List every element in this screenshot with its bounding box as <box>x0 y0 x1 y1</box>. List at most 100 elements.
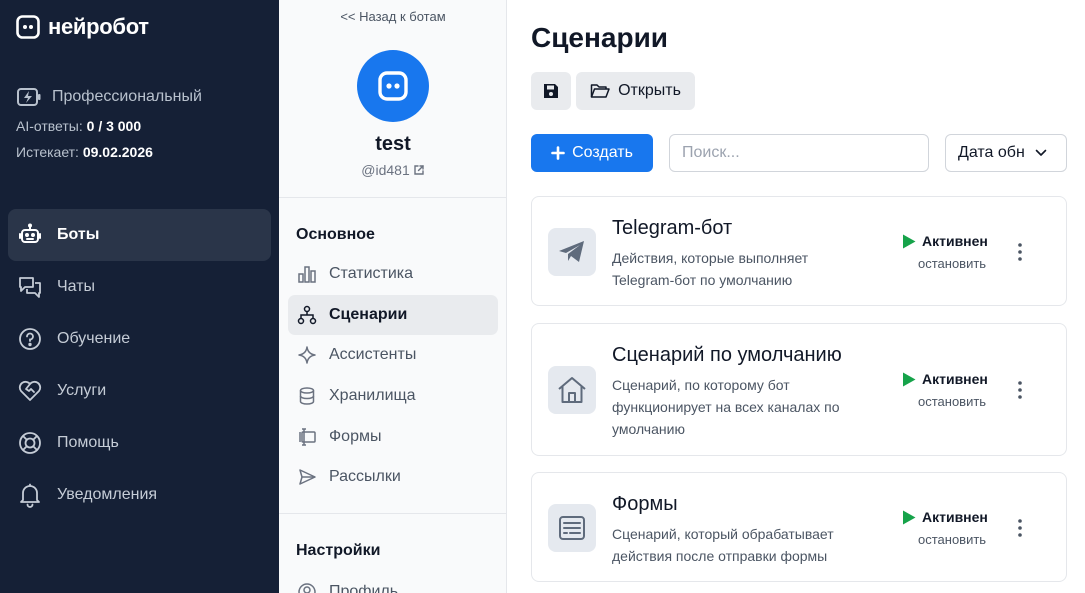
menu-item-label: Ассистенты <box>329 346 417 364</box>
scenario-icon <box>548 228 596 276</box>
settings-menu: Профиль <box>288 572 498 593</box>
ai-usage-label: AI-ответы: <box>16 118 83 134</box>
menu-item-storage[interactable]: Хранилища <box>288 376 498 417</box>
menu-item-label: Рассылки <box>329 468 401 486</box>
bot-avatar <box>357 50 429 122</box>
kebab-menu-icon <box>1018 519 1022 537</box>
more-options-button[interactable] <box>1010 516 1030 540</box>
plus-icon <box>551 146 565 160</box>
plan-expiry-value: 09.02.2026 <box>82 144 153 160</box>
menu-item-label: Сценарии <box>329 305 408 323</box>
nav-item-label: Услуги <box>57 382 107 399</box>
plan-info: Профессиональный AI-ответы: 0 / 3 000 Ис… <box>16 86 202 160</box>
more-options-button[interactable] <box>1010 378 1030 402</box>
menu-item-assistants[interactable]: Ассистенты <box>288 335 498 376</box>
play-icon <box>903 234 916 248</box>
open-label: Открыть <box>618 82 681 99</box>
divider <box>279 513 507 514</box>
save-icon <box>544 84 558 98</box>
folder-open-icon <box>590 84 610 98</box>
menu-item-label: Формы <box>329 427 382 445</box>
scenario-description: Сценарий, который обрабатывает действия … <box>612 526 834 564</box>
ai-usage-value: 0 / 3 000 <box>86 118 142 134</box>
nav-item-label: Боты <box>57 226 100 243</box>
stop-link[interactable]: остановить <box>918 256 986 271</box>
divider <box>279 197 507 198</box>
app-name: нейробот <box>48 14 149 39</box>
nav-item-notifications[interactable]: Уведомления <box>8 469 271 521</box>
bot-sidebar: << Назад к ботам test @id481 Основное Ст… <box>279 0 507 593</box>
bot-handle: @id481 <box>361 162 410 178</box>
lightning-battery-icon <box>17 88 41 106</box>
ai-usage: AI-ответы: 0 / 3 000 <box>16 118 202 134</box>
kebab-menu-icon <box>1018 381 1022 399</box>
search-input[interactable] <box>669 134 929 172</box>
heart-handshake-icon <box>18 380 42 401</box>
scenario-title: Формы <box>612 493 678 515</box>
menu-item-forms[interactable]: Формы <box>288 416 498 457</box>
status-text: Активнен <box>922 509 988 525</box>
chevron-down-icon <box>1035 149 1047 156</box>
bot-name: test <box>375 133 411 155</box>
menu-item-profile[interactable]: Профиль <box>288 572 498 593</box>
scenario-icon <box>548 504 596 552</box>
menu-item-statistics[interactable]: Статистика <box>288 254 498 295</box>
scenario-card[interactable]: Формы Сценарий, который обрабатывает дей… <box>531 472 1067 582</box>
nav-item-chats[interactable]: Чаты <box>8 261 271 313</box>
form-window-icon <box>559 516 585 540</box>
scenario-description: Действия, которые выполняет Telegram-бот… <box>612 250 809 288</box>
nav-item-bots[interactable]: Боты <box>8 209 271 261</box>
nav-item-label: Помощь <box>57 434 119 451</box>
scenario-description: Сценарий, по которому бот функционирует … <box>612 377 840 437</box>
sort-label: Дата обн <box>958 144 1025 161</box>
send-icon <box>299 469 316 486</box>
sparkle-icon <box>298 346 316 365</box>
bar-chart-icon <box>298 266 316 284</box>
nav-item-services[interactable]: Услуги <box>8 365 271 417</box>
external-link-icon <box>414 165 424 175</box>
back-to-bots-link[interactable]: << Назад к ботам <box>279 9 507 24</box>
scenario-card[interactable]: Telegram-бот Действия, которые выполняет… <box>531 196 1067 306</box>
user-icon <box>298 583 316 593</box>
bot-handle-link[interactable]: @id481 <box>279 162 507 178</box>
nav-item-label: Чаты <box>57 278 96 295</box>
nav-item-label: Обучение <box>57 330 131 347</box>
logo-icon <box>16 15 40 39</box>
chat-icon <box>19 277 41 298</box>
sort-dropdown[interactable]: Дата обн <box>945 134 1067 172</box>
menu-item-label: Профиль <box>329 583 399 593</box>
page-title: Сценарии <box>531 22 669 53</box>
menu-item-label: Хранилища <box>329 387 416 405</box>
stop-link[interactable]: остановить <box>918 532 986 547</box>
play-icon <box>903 510 916 524</box>
more-options-button[interactable] <box>1010 240 1030 264</box>
plan-expiry: Истекает: 09.02.2026 <box>16 144 202 160</box>
open-button[interactable]: Открыть <box>576 72 695 110</box>
menu-item-mailings[interactable]: Рассылки <box>288 457 498 498</box>
stop-link[interactable]: остановить <box>918 394 986 409</box>
create-label: Создать <box>572 144 633 161</box>
scenario-title: Сценарий по умолчанию <box>612 344 842 366</box>
create-button[interactable]: Создать <box>531 134 653 172</box>
scenario-icon <box>548 366 596 414</box>
scenario-card[interactable]: Сценарий по умолчанию Сценарий, по котор… <box>531 323 1067 456</box>
main-content: Сценарии Открыть Создать Дата обн <box>507 0 1085 593</box>
main-sidebar: нейробот Профессиональный AI-ответы: 0 /… <box>0 0 279 593</box>
nav-item-label: Уведомления <box>57 486 158 503</box>
question-circle-icon <box>19 328 41 350</box>
status-text: Активнен <box>922 371 988 387</box>
bell-icon <box>20 483 40 508</box>
nav-list: Боты Чаты Обучение Услуги Помощь Уведомл… <box>8 209 271 521</box>
form-icon <box>299 427 316 446</box>
home-icon <box>558 377 586 403</box>
app-logo[interactable]: нейробот <box>16 14 149 40</box>
section-title-main: Основное <box>296 226 375 243</box>
robot-icon <box>19 223 41 243</box>
flow-icon <box>297 305 317 325</box>
menu-item-scenarios[interactable]: Сценарии <box>288 294 498 336</box>
nav-item-learning[interactable]: Обучение <box>8 313 271 365</box>
nav-item-help[interactable]: Помощь <box>8 417 271 469</box>
status-badge: Активнен <box>902 233 988 249</box>
status-badge: Активнен <box>902 371 988 387</box>
save-button[interactable] <box>531 72 571 110</box>
